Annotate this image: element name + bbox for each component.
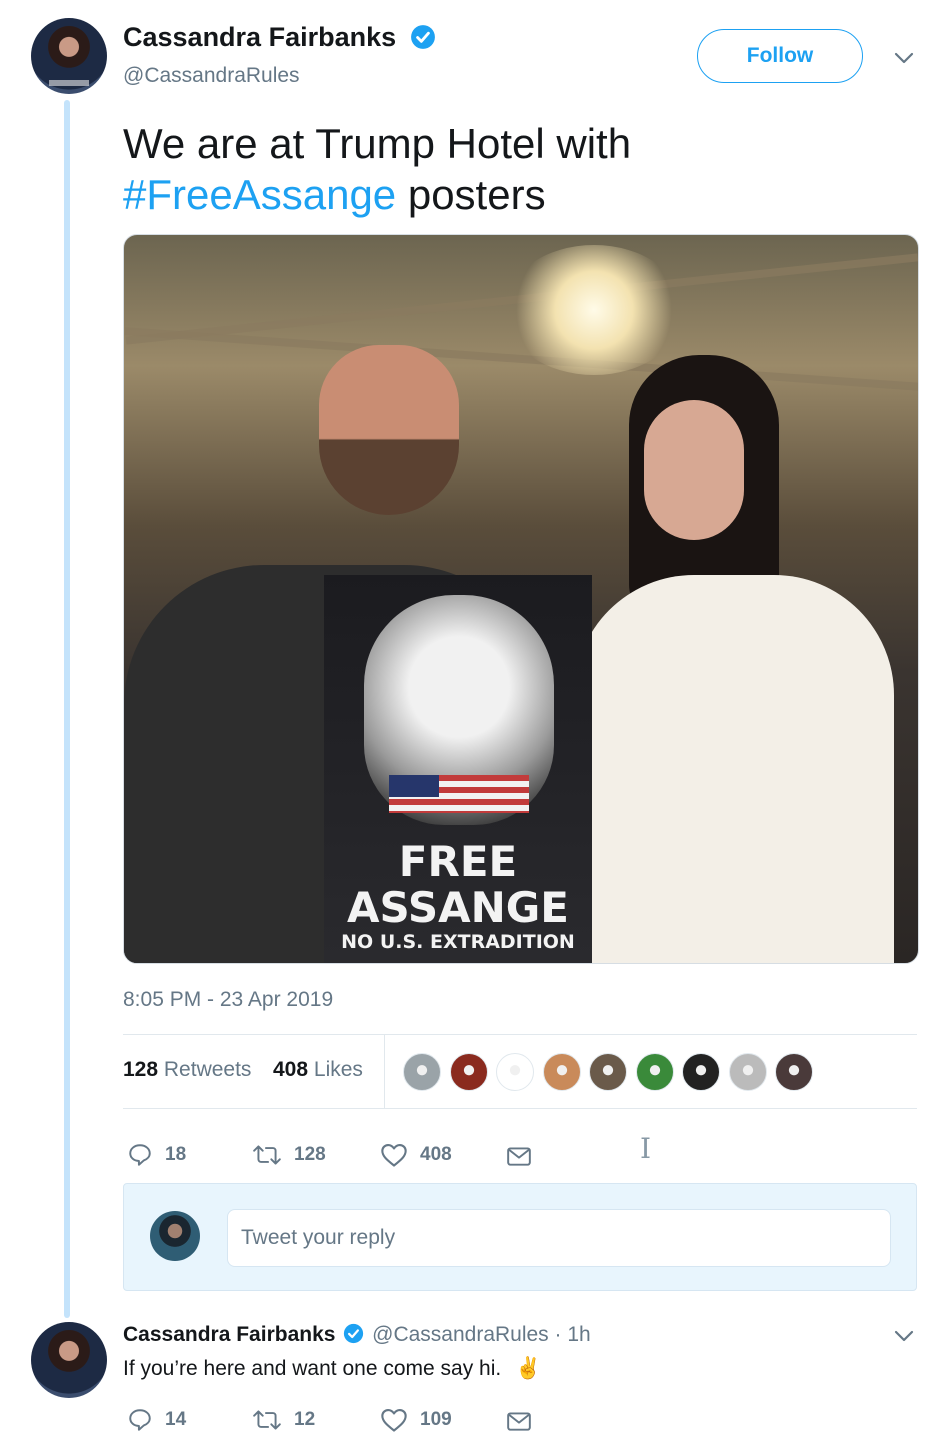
tweet-text-end: posters: [396, 171, 546, 218]
reply-composer: Tweet your reply: [123, 1183, 917, 1291]
retweet-count: 12: [294, 1409, 316, 1430]
author-avatar[interactable]: [31, 18, 107, 94]
follow-button[interactable]: Follow: [697, 29, 863, 83]
reply-author-avatar[interactable]: [31, 1322, 107, 1398]
retweet-stat-label: Retweets: [163, 1058, 252, 1081]
liker-avatar[interactable]: [775, 1053, 813, 1091]
photo-woman-face: [644, 400, 744, 540]
divider: [123, 1034, 917, 1035]
tweet-timestamp[interactable]: 8:05 PM - 23 Apr 2019: [123, 988, 333, 1012]
like-action[interactable]: 109: [380, 1407, 452, 1433]
divider-vertical: [384, 1034, 385, 1108]
liker-avatar[interactable]: [403, 1053, 441, 1091]
photo-man-head: [319, 345, 459, 515]
reply-count: 14: [165, 1409, 187, 1430]
poster-title-line-1: FREE: [398, 837, 518, 886]
like-count: 109: [420, 1409, 452, 1430]
reply-tweet-text: If you’re here and want one come say hi.…: [123, 1357, 541, 1381]
reply-icon: [129, 1144, 151, 1166]
liker-avatar[interactable]: [542, 1053, 581, 1091]
reply-count: 18: [165, 1144, 187, 1165]
retweet-count: 128: [294, 1144, 326, 1165]
reply-input[interactable]: Tweet your reply: [227, 1209, 891, 1267]
retweet-icon: [253, 1410, 281, 1430]
likes-stat-label: Likes: [313, 1058, 363, 1081]
envelope-icon: [507, 1412, 531, 1431]
likes-stat-count: 408: [273, 1058, 309, 1081]
thread-connector-line: [64, 100, 70, 1318]
retweet-action[interactable]: 128: [252, 1142, 326, 1168]
hashtag-link[interactable]: #FreeAssange: [123, 171, 396, 218]
liker-avatar[interactable]: [728, 1053, 767, 1091]
retweet-stat-count: 128: [123, 1058, 159, 1081]
envelope-icon: [507, 1147, 531, 1166]
author-name[interactable]: Cassandra Fairbanks: [123, 22, 436, 53]
author-handle[interactable]: @CassandraRules: [123, 64, 300, 88]
text-cursor-icon: I: [640, 1132, 652, 1165]
direct-message-action[interactable]: [506, 1144, 532, 1168]
reply-action[interactable]: 18: [127, 1142, 186, 1168]
poster-flag: [389, 775, 529, 813]
author-name-text[interactable]: Cassandra Fairbanks: [123, 22, 396, 52]
liker-avatar[interactable]: [496, 1053, 534, 1091]
liker-avatar[interactable]: [589, 1053, 627, 1091]
direct-message-action[interactable]: [506, 1409, 532, 1433]
chevron-down-icon[interactable]: [892, 1326, 916, 1346]
verified-badge-icon: [410, 25, 435, 49]
reply-tweet-header: Cassandra Fairbanks @CassandraRules · 1h: [123, 1323, 591, 1347]
retweet-icon: [253, 1145, 281, 1165]
tweet-text-start: We are at Trump Hotel with: [123, 120, 632, 167]
liker-avatar[interactable]: [449, 1053, 488, 1091]
liker-avatar[interactable]: [635, 1053, 674, 1091]
divider: [123, 1108, 917, 1109]
photo-chandelier-light: [504, 245, 684, 375]
heart-icon: [381, 1144, 407, 1167]
reply-author-handle[interactable]: @CassandraRules: [372, 1323, 549, 1346]
heart-icon: [381, 1409, 407, 1432]
reply-tweet-body: If you’re here and want one come say hi.: [123, 1357, 502, 1380]
verified-badge-icon: [344, 1323, 364, 1344]
reply-author-name[interactable]: Cassandra Fairbanks: [123, 1323, 335, 1346]
liker-avatar[interactable]: [682, 1053, 720, 1091]
reply-action[interactable]: 14: [127, 1407, 186, 1433]
likes-stat[interactable]: 408 Likes: [273, 1058, 363, 1082]
chevron-down-icon[interactable]: [892, 48, 916, 68]
reply-tweet-time[interactable]: · 1h: [555, 1323, 591, 1346]
tweet-text: We are at Trump Hotel with #FreeAssange …: [123, 118, 903, 220]
photo-poster: FREE ASSANGE NO U.S. EXTRADITION: [324, 575, 592, 963]
photo-woman-body: [574, 575, 894, 963]
retweet-action[interactable]: 12: [252, 1407, 315, 1433]
tweet-photo[interactable]: FREE ASSANGE NO U.S. EXTRADITION: [123, 234, 919, 964]
victory-hand-emoji-icon: ✌️: [515, 1357, 542, 1380]
poster-subtitle: NO U.S. EXTRADITION: [341, 931, 575, 953]
reply-icon: [129, 1409, 151, 1431]
like-action[interactable]: 408: [380, 1142, 452, 1168]
current-user-avatar: [150, 1211, 200, 1261]
poster-title-line-2: ASSANGE: [347, 883, 569, 932]
like-count: 408: [420, 1144, 452, 1165]
retweet-stat[interactable]: 128 Retweets: [123, 1058, 251, 1082]
